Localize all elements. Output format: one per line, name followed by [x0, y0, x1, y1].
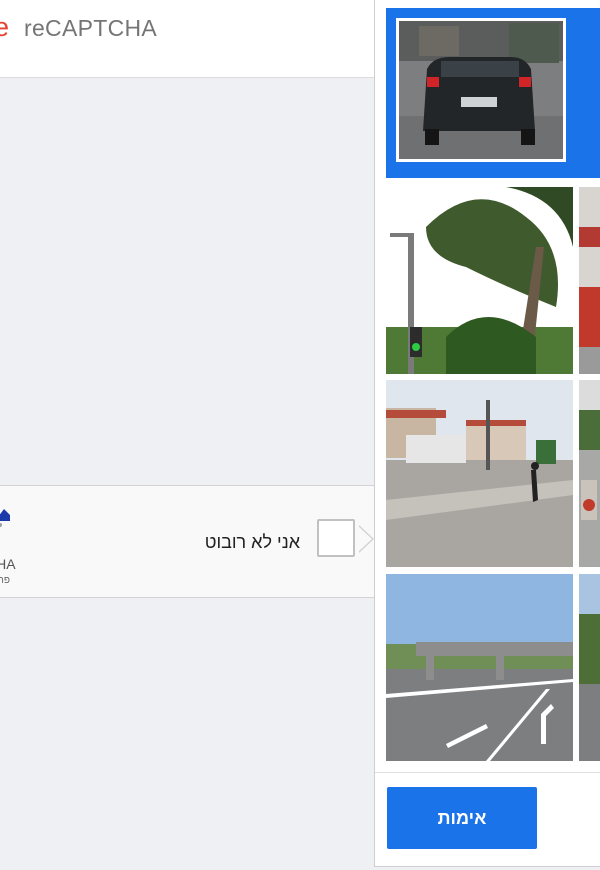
verify-button[interactable]: אימות — [387, 787, 537, 849]
page-body — [0, 78, 374, 870]
challenge-tile[interactable] — [386, 380, 573, 567]
brand-mark: e — [0, 12, 10, 42]
checkbox-label: אני לא רובוט — [204, 532, 300, 552]
reference-image — [396, 18, 566, 162]
widget-logo-text: CHA — [0, 556, 16, 572]
footer-divider — [375, 772, 600, 773]
brand-name: reCAPTCHA — [24, 15, 158, 41]
car-image-icon — [399, 21, 563, 159]
challenge-tile[interactable] — [579, 187, 600, 374]
widget-logo-subtext: פרט — [0, 575, 10, 586]
challenge-tile[interactable] — [386, 187, 573, 374]
widget-pointer — [358, 526, 372, 552]
challenge-tile[interactable] — [386, 574, 573, 761]
challenge-tile[interactable] — [579, 574, 600, 761]
not-robot-checkbox[interactable] — [317, 519, 355, 557]
page-header: e reCAPTCHA — [0, 0, 374, 78]
recaptcha-logo-icon — [0, 509, 10, 527]
challenge-tile[interactable] — [579, 380, 600, 567]
